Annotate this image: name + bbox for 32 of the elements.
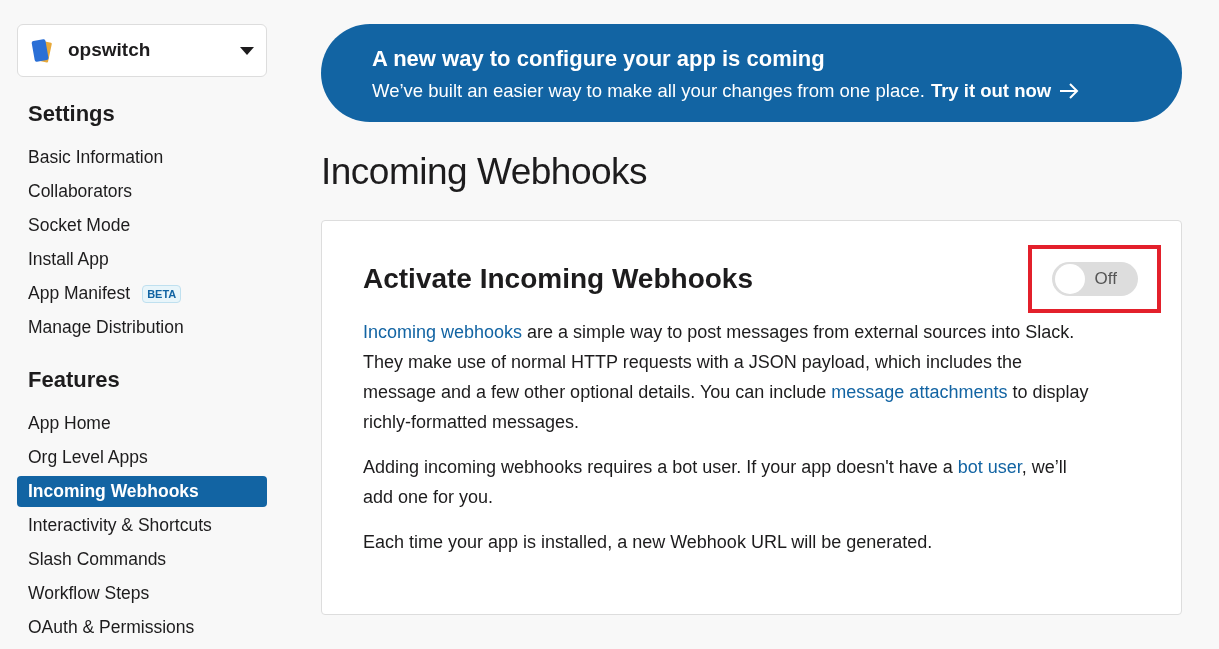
beta-badge: BETA [142,284,182,303]
sidebar-item[interactable]: Interactivity & Shortcuts [17,510,267,541]
app-name: opswitch [68,38,152,63]
arrow-right-icon [1059,82,1080,99]
description-paragraph: Each time your app is installed, a new Webhook URL will be generated. [363,530,934,554]
banner-title: A new way to configure your app is coming [372,44,826,73]
description-paragraph: Incoming webhooks are a simple way to post messages from external sources into Slack. They make use of normal HTTP requests with a JSON payload, which includes the message and a few other optional details. You can include message attachments to display richly-formatted messages. [363,320,1090,434]
card-title: Activate Incoming Webhooks [363,261,753,296]
sidebar-item[interactable]: App Home [17,408,267,439]
sidebar-item[interactable]: Basic Information [17,142,267,173]
sidebar-item[interactable]: Socket Mode [17,210,267,241]
sidebar-item[interactable]: Incoming Webhooks [17,476,267,507]
try-it-link[interactable]: Try it out now [930,76,1080,105]
sidebar-item[interactable]: Org Level Apps [17,442,267,473]
sidebar-item[interactable]: Slash Commands [17,544,267,575]
sidebar-item[interactable]: Manage Distribution [17,312,267,343]
sidebar-item[interactable]: Install App [17,244,267,275]
inline-link[interactable]: message attachments [831,381,1008,402]
inline-link[interactable]: bot user [957,456,1022,477]
sidebar-item[interactable]: Workflow Steps [17,578,267,609]
section-heading: Settings [27,100,116,128]
description-paragraph: Adding incoming webhooks requires a bot user. If your app doesn't have a bot user, we’ll add one for you. [363,455,1068,509]
section-heading: Features [27,366,121,394]
sidebar-item[interactable]: OAuth & Permissions [17,612,267,643]
caret-icon [240,46,254,55]
page-title: Incoming Webhooks [321,150,649,194]
inline-link[interactable]: Incoming webhooks [363,321,523,342]
toggle-switch[interactable]: Off [1051,261,1138,296]
sidebar-item[interactable]: Collaborators [17,176,267,207]
app-switcher[interactable]: opswitch [17,24,267,77]
sidebar-item[interactable]: App Manifest BETA [17,278,267,309]
banner-text: We’ve built an easier way to make all your changes from one place. [372,78,925,103]
